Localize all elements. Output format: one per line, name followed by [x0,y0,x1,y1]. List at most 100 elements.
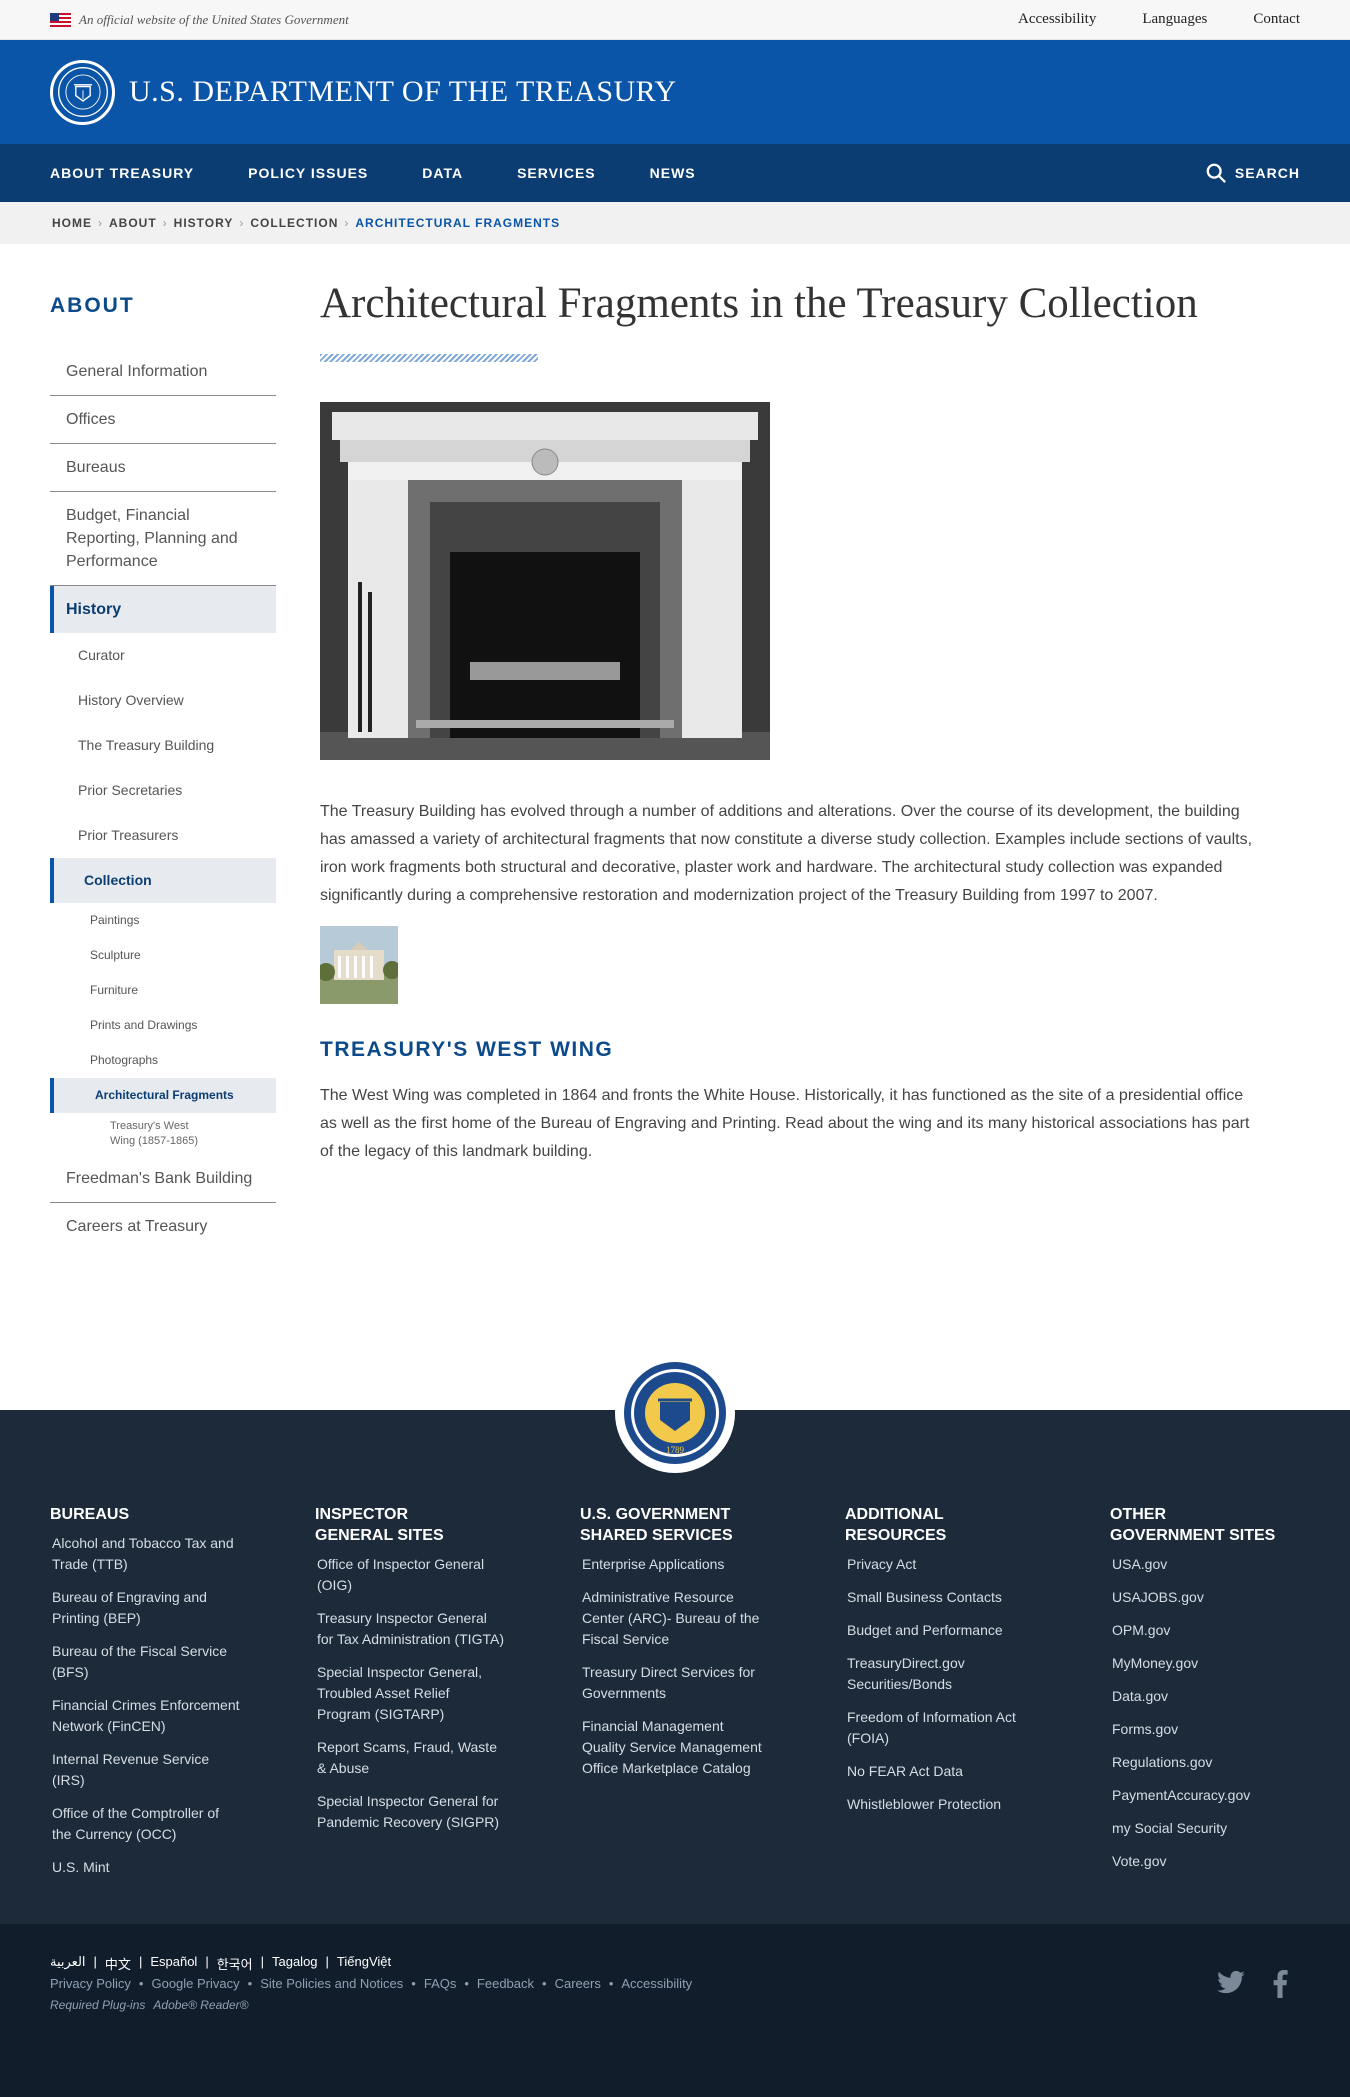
sidebar-item-general-information[interactable]: General Information [50,348,276,396]
footer-link[interactable]: Forms.gov [1110,1719,1300,1740]
sidebar-sub-prior-secretaries[interactable]: Prior Secretaries [50,768,276,813]
lang-korean[interactable]: 한국어 [217,1954,253,1973]
sidebar-item-offices[interactable]: Offices [50,396,276,444]
footer-link[interactable]: Freedom of Information Act (FOIA) [845,1707,1035,1749]
nav-policy-issues[interactable]: POLICY ISSUES [248,165,368,181]
adobe-reader-link[interactable]: Adobe® Reader® [153,1998,248,2012]
search-button[interactable]: SEARCH [1205,162,1300,184]
careers-link[interactable]: Careers [555,1976,601,1991]
search-icon [1206,163,1226,183]
footer-link[interactable]: OPM.gov [1110,1620,1300,1641]
lang-vietnamese[interactable]: TiếngViệt [337,1954,391,1973]
sidebar-item-history[interactable]: History [50,586,276,633]
footer-link[interactable]: Data.gov [1110,1686,1300,1707]
lang-tagalog[interactable]: Tagalog [272,1954,318,1973]
footer-link[interactable]: MyMoney.gov [1110,1653,1300,1674]
footer-link[interactable]: Treasury Direct Services for Governments [580,1662,770,1704]
footer-link[interactable]: Administrative Resource Center (ARC)- Bu… [580,1587,770,1650]
sidebar-item-freedmans-bank[interactable]: Freedman's Bank Building [50,1155,276,1203]
footer-link[interactable]: Treasury Inspector General for Tax Admin… [315,1608,505,1650]
seal-icon: 1789 [624,1362,726,1464]
section-heading-west-wing: TREASURY'S WEST WING [320,1037,614,1061]
seal-year: 1789 [666,1445,685,1455]
footer-link[interactable]: Special Inspector General for Pandemic R… [315,1791,505,1833]
sidebar-item-bureaus[interactable]: Bureaus [50,444,276,492]
footer-link[interactable]: No FEAR Act Data [845,1761,1035,1782]
breadcrumb-home[interactable]: HOME [52,216,92,230]
faqs-link[interactable]: FAQs [424,1976,457,1991]
sidebar-subsubsub-west-wing[interactable]: Treasury's West Wing (1857-1865) [50,1113,276,1155]
languages-link[interactable]: Languages [1142,11,1207,28]
sidebar-item-budget[interactable]: Budget, Financial Reporting, Planning an… [50,492,276,586]
footer-link[interactable]: Report Scams, Fraud, Waste & Abuse [315,1737,505,1779]
footer-link[interactable]: PaymentAccuracy.gov [1110,1785,1300,1806]
sidebar-subsub-photographs[interactable]: Photographs [50,1043,276,1078]
sidebar-sub-treasury-building[interactable]: The Treasury Building [50,723,276,768]
footer-link[interactable]: Small Business Contacts [845,1587,1035,1608]
footer-link[interactable]: Alcohol and Tobacco Tax and Trade (TTB) [50,1533,240,1575]
footer-link[interactable]: Enterprise Applications [580,1554,770,1575]
privacy-policy-link[interactable]: Privacy Policy [50,1976,131,1991]
lang-spanish[interactable]: Español [150,1954,197,1973]
footer-link[interactable]: Bureau of the Fiscal Service (BFS) [50,1641,240,1683]
treasury-seal-logo[interactable] [50,59,115,125]
google-privacy-link[interactable]: Google Privacy [151,1976,239,1991]
sidebar: ABOUT General Information Offices Bureau… [50,294,276,1250]
nav-data[interactable]: DATA [422,165,463,181]
sidebar-sub-prior-treasurers[interactable]: Prior Treasurers [50,813,276,858]
chevron-right-icon: › [98,216,103,230]
footer-link[interactable]: Budget and Performance [845,1620,1035,1641]
footer-link[interactable]: Financial Management Quality Service Man… [580,1716,770,1779]
sidebar-subsub-furniture[interactable]: Furniture [50,973,276,1008]
lang-arabic[interactable]: العربية [50,1954,86,1973]
footer-link[interactable]: Regulations.gov [1110,1752,1300,1773]
footer-link[interactable]: Bureau of Engraving and Printing (BEP) [50,1587,240,1629]
breadcrumb-collection[interactable]: COLLECTION [250,216,338,230]
sidebar-subsub-prints-drawings[interactable]: Prints and Drawings [50,1008,276,1043]
breadcrumb-history[interactable]: HISTORY [174,216,234,230]
footer-link[interactable]: USA.gov [1110,1554,1300,1575]
footer-link[interactable]: my Social Security [1110,1818,1300,1839]
nav-about-treasury[interactable]: ABOUT TREASURY [50,165,194,181]
footer-link[interactable]: Whistleblower Protection [845,1794,1035,1815]
footer-link[interactable]: Financial Crimes Enforcement Network (Fi… [50,1695,240,1737]
chevron-right-icon: › [344,216,350,230]
gov-banner: An official website of the United States… [0,0,1350,40]
footer-link[interactable]: Privacy Act [845,1554,1035,1575]
footer-col-inspector-general: INSPECTOR GENERAL SITES Office of Inspec… [315,1504,580,1890]
footer-col-other-sites: OTHER GOVERNMENT SITES USA.gov USAJOBS.g… [1110,1504,1300,1890]
footer-link[interactable]: Office of Inspector General (OIG) [315,1554,505,1596]
contact-link[interactable]: Contact [1253,11,1300,28]
breadcrumb-about[interactable]: ABOUT [109,216,157,230]
footer-link[interactable]: Special Inspector General, Troubled Asse… [315,1662,505,1725]
sidebar-subsub-paintings[interactable]: Paintings [50,903,276,938]
west-wing-thumbnail[interactable] [320,925,398,1004]
facebook-icon[interactable] [1272,1970,1288,2003]
footer-col-additional-resources: ADDITIONAL RESOURCES Privacy Act Small B… [845,1504,1110,1890]
footer-link[interactable]: Internal Revenue Service (IRS) [50,1749,240,1791]
nav-services[interactable]: SERVICES [517,165,596,181]
site-title[interactable]: U.S. DEPARTMENT OF THE TREASURY [129,75,677,109]
footer-link[interactable]: Vote.gov [1110,1851,1300,1872]
main-nav: ABOUT TREASURY POLICY ISSUES DATA SERVIC… [0,144,1350,202]
footer-link[interactable]: Office of the Comptroller of the Currenc… [50,1803,240,1845]
footer-link[interactable]: U.S. Mint [50,1857,240,1878]
sidebar-sub-collection[interactable]: Collection [50,858,276,903]
sidebar-subsub-architectural-fragments[interactable]: Architectural Fragments [50,1078,276,1113]
footer-link[interactable]: TreasuryDirect.gov Securities/Bonds [845,1653,1035,1695]
accessibility-link[interactable]: Accessibility [1018,11,1096,28]
sidebar-subsub-sculpture[interactable]: Sculpture [50,938,276,973]
sidebar-item-careers[interactable]: Careers at Treasury [50,1203,276,1250]
sidebar-sub-curator[interactable]: Curator [50,633,276,678]
feedback-link[interactable]: Feedback [477,1976,534,1991]
accessibility-footer-link[interactable]: Accessibility [621,1976,692,1991]
sub-footer: العربية | 中文 | Español | 한국어 | Tagalog | Tiến… [0,1924,1350,2097]
footer-col-bureaus: BUREAUS Alcohol and Tobacco Tax and Trad… [50,1504,315,1890]
sidebar-sub-history-overview[interactable]: History Overview [50,678,276,723]
intro-paragraph: The Treasury Building has evolved throug… [320,802,1253,904]
site-policies-link[interactable]: Site Policies and Notices [260,1976,403,1991]
nav-news[interactable]: NEWS [650,165,696,181]
lang-chinese[interactable]: 中文 [105,1954,131,1973]
footer-link[interactable]: USAJOBS.gov [1110,1587,1300,1608]
twitter-icon[interactable] [1216,1970,1246,2003]
